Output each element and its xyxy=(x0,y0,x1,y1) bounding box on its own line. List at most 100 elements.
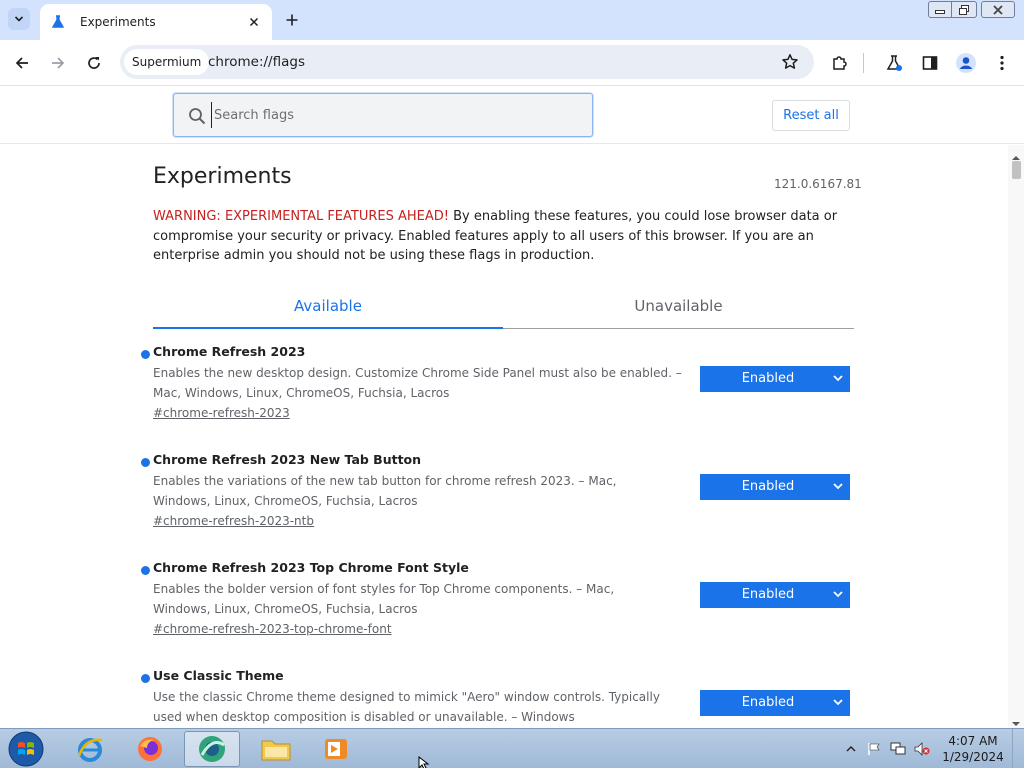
bookmark-star-button[interactable] xyxy=(776,48,804,76)
avatar-icon xyxy=(956,53,976,73)
experiment-name: Chrome Refresh 2023 xyxy=(153,344,306,359)
tab-available[interactable]: Available xyxy=(153,291,503,329)
back-button[interactable] xyxy=(8,49,36,77)
toolbar-divider xyxy=(863,53,864,73)
page-scrollbar[interactable] xyxy=(1008,145,1024,728)
labs-button[interactable] xyxy=(880,49,908,77)
experiment-state-select[interactable]: Enabled xyxy=(700,474,850,500)
experiment-state-value: Enabled xyxy=(741,371,795,386)
site-chip[interactable]: Supermium xyxy=(124,49,210,75)
star-icon xyxy=(782,54,798,69)
warning-text: WARNING: EXPERIMENTAL FEATURES AHEAD! By… xyxy=(153,207,853,266)
show-desktop-button[interactable] xyxy=(1012,729,1024,768)
experiment-name: Chrome Refresh 2023 New Tab Button xyxy=(153,452,422,467)
reload-button[interactable] xyxy=(80,49,108,77)
internet-explorer-icon xyxy=(77,738,103,762)
browser-toolbar: Supermium chrome://flags xyxy=(0,40,1024,86)
search-input[interactable] xyxy=(211,102,581,128)
forward-button[interactable] xyxy=(44,49,72,77)
experiment-description: Enables the new desktop design. Customiz… xyxy=(153,366,682,400)
enabled-dot-icon xyxy=(141,350,150,359)
folder-icon xyxy=(261,740,291,761)
experiment-state-select[interactable]: Enabled xyxy=(700,582,850,608)
version-label: 121.0.6167.81 xyxy=(774,177,862,191)
flask-icon xyxy=(50,14,66,30)
scrollbar-thumb[interactable] xyxy=(1012,161,1021,179)
clock-date: 1/29/2024 xyxy=(942,750,1004,764)
enabled-dot-icon xyxy=(141,674,150,683)
close-window-button[interactable] xyxy=(981,1,1015,18)
experiment-description: Enables the bolder version of font style… xyxy=(153,582,615,616)
menu-button[interactable] xyxy=(988,49,1016,77)
extensions-button[interactable] xyxy=(826,49,854,77)
reset-all-button[interactable]: Reset all xyxy=(772,100,850,131)
tab-unavailable[interactable]: Unavailable xyxy=(503,291,854,329)
experiment-state-select[interactable]: Enabled xyxy=(700,366,850,392)
chevron-down-icon xyxy=(833,373,843,383)
system-clock[interactable]: 4:07 AM 1/29/2024 xyxy=(936,733,1010,765)
flask-icon xyxy=(886,55,902,71)
experiment-permalink[interactable]: #chrome-refresh-2023 xyxy=(153,406,290,420)
chevron-down-icon xyxy=(833,697,843,707)
minimize-icon xyxy=(935,9,945,14)
experiment-permalink[interactable]: #chrome-refresh-2023-top-chrome-font xyxy=(153,622,392,636)
page-title: Experiments xyxy=(153,164,292,189)
experiment-state-value: Enabled xyxy=(741,479,795,494)
windows-logo-icon xyxy=(8,731,44,767)
experiment-permalink[interactable]: #chrome-refresh-2023-ntb xyxy=(153,514,314,528)
firefox-icon xyxy=(138,737,162,761)
close-icon xyxy=(993,4,1003,15)
taskbar-supermium[interactable] xyxy=(184,731,240,767)
volume-muted-icon[interactable] xyxy=(914,741,930,757)
tab-title: Experiments xyxy=(80,15,156,29)
flags-tabs: Available Unavailable xyxy=(153,291,854,329)
minimize-button[interactable] xyxy=(928,1,952,18)
search-icon xyxy=(186,105,208,127)
search-box[interactable] xyxy=(173,93,593,137)
experiment-name: Use Classic Theme xyxy=(153,668,284,683)
enabled-dot-icon xyxy=(141,566,150,575)
browser-tab[interactable]: Experiments xyxy=(40,4,272,40)
url-text[interactable]: chrome://flags xyxy=(208,45,305,79)
address-bar[interactable]: Supermium chrome://flags xyxy=(120,45,814,79)
flags-content: Experiments 121.0.6167.81 WARNING: EXPER… xyxy=(0,145,1008,728)
experiment-state-select[interactable]: Enabled xyxy=(700,690,850,716)
experiment-state-value: Enabled xyxy=(741,587,795,602)
close-tab-icon[interactable] xyxy=(246,14,262,30)
puzzle-icon xyxy=(833,56,847,70)
experiment-item: Chrome Refresh 2023 New Tab Button Enabl… xyxy=(140,452,860,552)
taskbar-media-player[interactable] xyxy=(308,731,364,767)
plus-icon xyxy=(286,14,298,26)
experiment-item: Chrome Refresh 2023 Top Chrome Font Styl… xyxy=(140,560,860,660)
experiment-state-value: Enabled xyxy=(741,695,795,710)
experiment-item: Use Classic Theme Use the classic Chrome… xyxy=(140,668,860,728)
reload-icon xyxy=(88,57,100,69)
tab-search-button[interactable] xyxy=(8,8,30,30)
windows-taskbar: 4:07 AM 1/29/2024 xyxy=(0,728,1024,768)
new-tab-button[interactable] xyxy=(281,9,303,31)
side-panel-button[interactable] xyxy=(916,49,944,77)
taskbar-file-explorer[interactable] xyxy=(248,731,304,767)
warning-heading: WARNING: EXPERIMENTAL FEATURES AHEAD! xyxy=(153,209,449,224)
enabled-dot-icon xyxy=(141,458,150,467)
show-hidden-icons-icon[interactable] xyxy=(843,741,859,757)
experiment-item: Chrome Refresh 2023 Enables the new desk… xyxy=(140,344,860,444)
arrow-right-icon xyxy=(52,57,65,69)
arrow-left-icon xyxy=(15,57,28,69)
experiment-name: Chrome Refresh 2023 Top Chrome Font Styl… xyxy=(153,560,469,575)
media-player-icon xyxy=(325,739,347,759)
restore-icon xyxy=(959,4,969,15)
supermium-icon xyxy=(199,736,225,762)
taskbar-internet-explorer[interactable] xyxy=(62,731,118,767)
side-panel-icon xyxy=(922,56,938,70)
chevron-down-icon xyxy=(833,481,843,491)
clock-time: 4:07 AM xyxy=(948,734,998,748)
profile-button[interactable] xyxy=(952,49,980,77)
restore-button[interactable] xyxy=(952,1,977,18)
start-button[interactable] xyxy=(6,731,46,767)
chevron-down-icon xyxy=(14,16,24,22)
action-center-flag-icon[interactable] xyxy=(866,741,882,757)
taskbar-firefox[interactable] xyxy=(122,731,178,767)
network-icon[interactable] xyxy=(890,741,906,757)
more-vertical-icon xyxy=(1000,55,1004,71)
